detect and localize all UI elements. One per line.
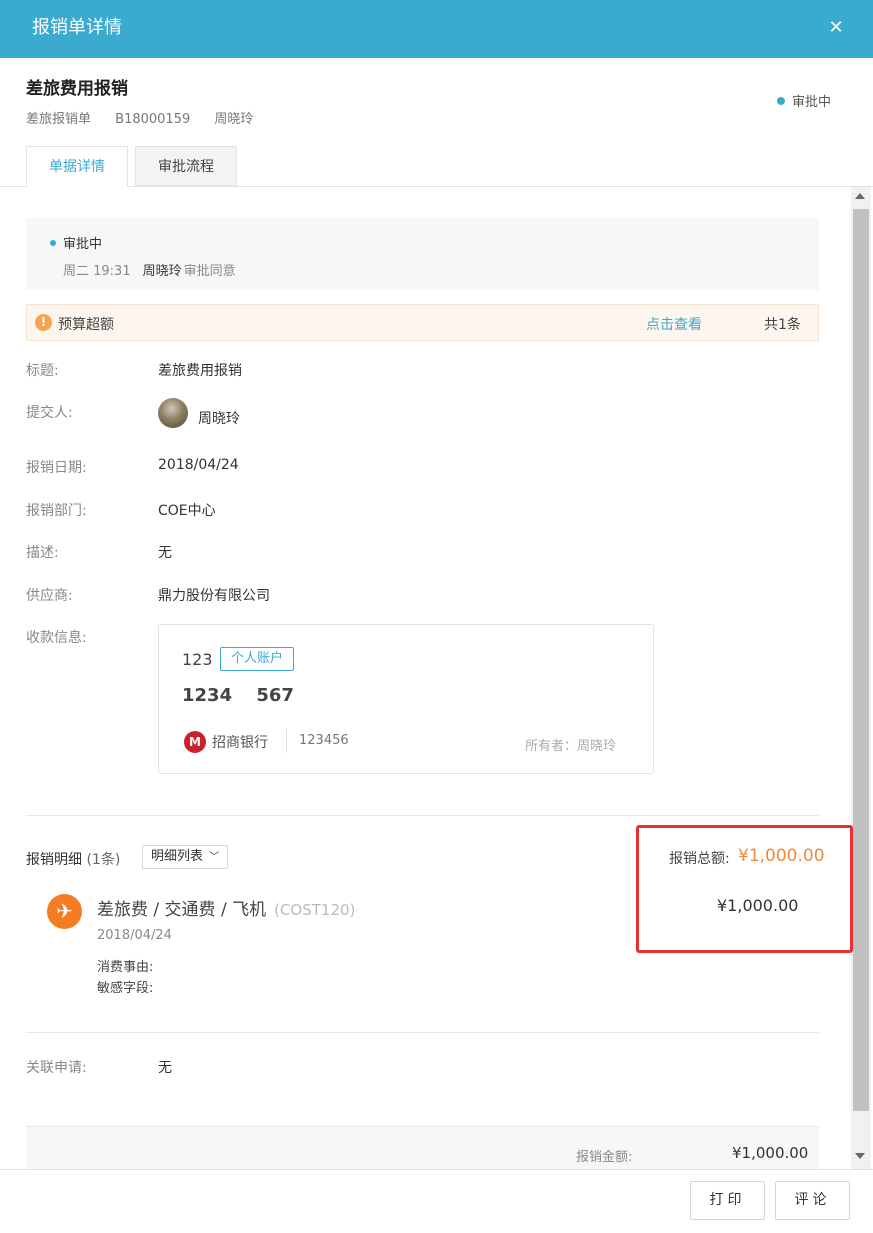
bank-number: 123456: [299, 733, 349, 748]
section-divider: [26, 1032, 819, 1033]
expense-details-title: 报销明细: [26, 852, 82, 868]
field-value-related: 无: [158, 1060, 172, 1076]
doc-type: 差旅报销单: [26, 112, 92, 127]
field-label-related: 关联申请:: [26, 1060, 87, 1076]
scrollbar-thumb[interactable]: [853, 209, 869, 1111]
scroll-up-arrow-icon[interactable]: [855, 193, 865, 199]
page-title: 差旅费用报销: [26, 79, 128, 99]
detail-view-select[interactable]: 明细列表 ﹀: [142, 845, 229, 869]
airplane-icon: ✈: [47, 894, 82, 929]
expense-sensitive-label: 敏感字段:: [97, 981, 154, 996]
scroll-down-arrow-icon[interactable]: [855, 1153, 865, 1159]
bank-name: 招商银行: [212, 735, 268, 751]
summary-amount-label: 报销金额:: [576, 1150, 633, 1165]
summary-amount-value: ¥1,000.00: [732, 1144, 809, 1162]
doc-owner: 周晓玲: [214, 112, 254, 127]
field-label-department: 报销部门:: [26, 503, 87, 519]
close-icon[interactable]: ✕: [826, 17, 846, 39]
field-value-description: 无: [158, 545, 172, 561]
dialog-footer: 打印 评论: [0, 1169, 873, 1233]
vertical-scrollbar[interactable]: [851, 187, 871, 1169]
section-divider: [26, 815, 819, 816]
account-name: 123: [182, 650, 213, 669]
field-value-submitter: 周晓玲: [198, 411, 240, 427]
payment-card: 123 个人账户 1234 567 M 招商银行 123456 所有者：周晓玲: [158, 624, 654, 774]
approval-person: 周晓玲: [142, 264, 182, 279]
account-owner: 所有者：周晓玲: [525, 739, 617, 754]
field-label-submitter: 提交人:: [26, 405, 73, 421]
dialog-titlebar: 报销单详情 ✕: [0, 0, 873, 58]
account-number: 1234 567: [182, 685, 294, 706]
field-label-title: 标题:: [26, 363, 59, 379]
warning-icon: !: [35, 314, 52, 331]
budget-warning-label: 预算超额: [58, 317, 114, 333]
doc-meta: 差旅报销单 B18000159 周晓玲: [26, 111, 273, 129]
field-label-description: 描述:: [26, 545, 59, 561]
budget-warning-count: 共1条: [764, 317, 801, 333]
chevron-down-icon: ﹀: [209, 852, 220, 863]
approval-time: 周二 19:31: [63, 264, 131, 279]
bank-logo-icon: M: [184, 731, 206, 753]
expense-details-count: (1条): [86, 852, 121, 868]
field-value-title: 差旅费用报销: [158, 363, 242, 379]
expense-code: (COST120): [274, 901, 356, 919]
field-value-department: COE中心: [158, 503, 216, 519]
approval-action: 审批同意: [183, 264, 236, 279]
expense-category: 差旅费 / 交通费 / 飞机: [97, 900, 267, 920]
approval-record: 周二 19:31 周晓玲 审批同意: [63, 260, 236, 279]
field-label-payment: 收款信息:: [26, 630, 87, 646]
doc-number: B18000159: [115, 112, 191, 127]
dialog-title: 报销单详情: [32, 17, 122, 38]
account-type-tag: 个人账户: [220, 647, 295, 671]
approval-status-text: 审批中: [63, 237, 103, 252]
status-text: 审批中: [792, 95, 832, 110]
avatar: [158, 398, 188, 428]
field-value-supplier: 鼎力股份有限公司: [158, 588, 270, 604]
field-label-date: 报销日期:: [26, 460, 87, 476]
expense-details-label: 报销明细 (1条): [26, 849, 120, 869]
budget-warning-bar: ! 预算超额 点击查看 共1条: [26, 304, 819, 341]
field-value-date: 2018/04/24: [158, 457, 239, 473]
print-button[interactable]: 打印: [690, 1181, 765, 1220]
view-budget-link[interactable]: 点击查看: [646, 314, 702, 334]
approval-status-box: 审批中 周二 19:31 周晓玲 审批同意: [26, 218, 819, 290]
tab-approval-flow[interactable]: 审批流程: [135, 146, 237, 186]
expense-reason-label: 消费事由:: [97, 960, 154, 975]
expense-date: 2018/04/24: [97, 928, 172, 943]
detail-view-select-value: 明细列表: [151, 849, 204, 864]
expense-item-title[interactable]: 差旅费 / 交通费 / 飞机 (COST120): [97, 895, 355, 920]
status-dot-icon: [50, 240, 56, 246]
status-badge: 审批中: [777, 94, 831, 112]
amount-summary-bar: 报销金额: ¥1,000.00: [26, 1126, 819, 1170]
approval-status: 审批中: [50, 233, 102, 252]
bank-separator: [286, 729, 287, 753]
field-label-supplier: 供应商:: [26, 588, 73, 604]
status-dot-icon: [777, 97, 785, 105]
highlight-box: [636, 825, 853, 953]
tabs-divider: [0, 186, 873, 187]
comment-button[interactable]: 评论: [775, 1181, 850, 1220]
tab-document-details[interactable]: 单据详情: [26, 146, 128, 187]
